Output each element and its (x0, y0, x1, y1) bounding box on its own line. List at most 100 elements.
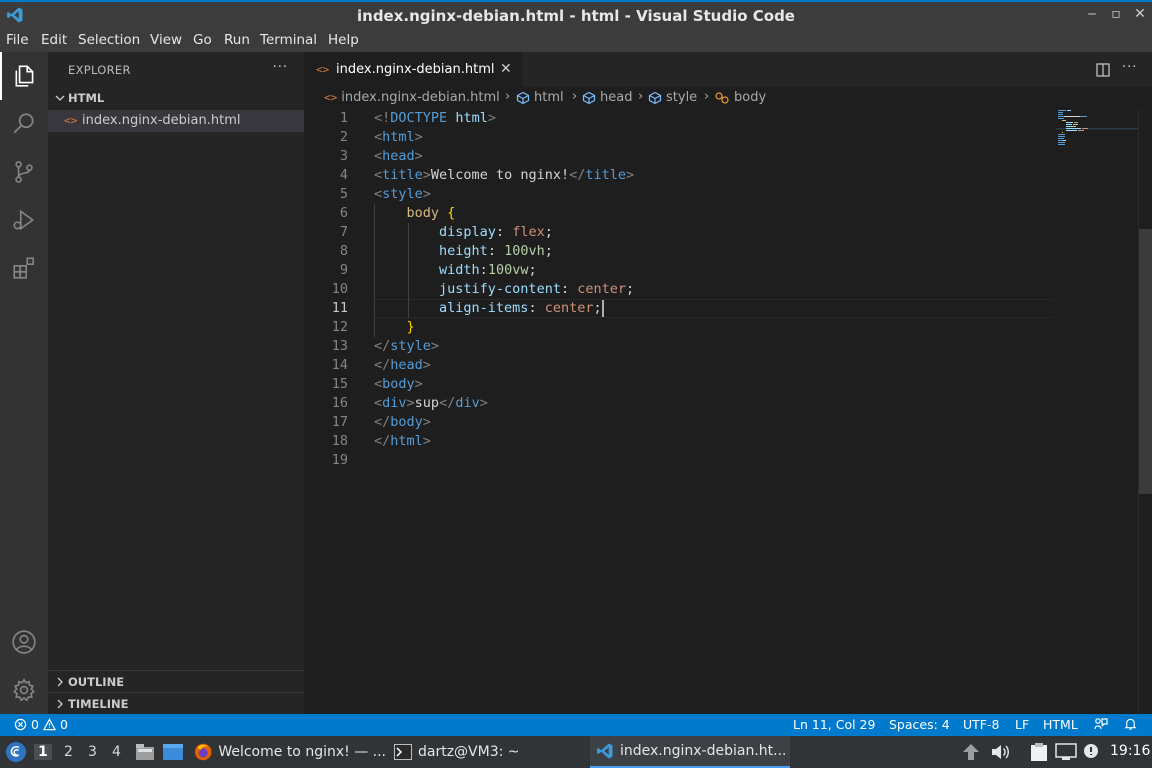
volume-icon[interactable] (990, 743, 1010, 761)
code-line[interactable]: height: 100vh; (374, 242, 553, 261)
code-line[interactable]: </style> (374, 337, 439, 356)
explorer-more-actions-icon[interactable]: ··· (273, 60, 288, 75)
indentation-setting[interactable]: Spaces: 4 (889, 717, 950, 732)
breadcrumb-file[interactable]: <> index.nginx-debian.html (324, 90, 500, 105)
folder-section-html[interactable]: HTML (48, 87, 304, 109)
code-token: < (374, 167, 383, 183)
manage-activity[interactable] (0, 666, 48, 714)
encoding-setting[interactable]: UTF-8 (963, 717, 999, 732)
code-token: center (577, 281, 626, 297)
outline-section[interactable]: OUTLINE (48, 670, 304, 692)
code-token: align-items (439, 300, 529, 316)
language-mode[interactable]: HTML (1043, 717, 1078, 732)
explorer-activity[interactable] (0, 52, 48, 100)
code-line[interactable]: <div>sup</div> (374, 394, 488, 413)
code-token: head (382, 148, 415, 164)
code-line[interactable]: <!DOCTYPE html> (374, 109, 496, 128)
code-line[interactable]: <style> (374, 185, 431, 204)
close-window-button[interactable]: ✕ (1130, 6, 1150, 22)
code-token: ; (626, 281, 635, 297)
code-token: > (422, 433, 431, 449)
timeline-section[interactable]: TIMELINE (48, 692, 304, 714)
code-token: : (560, 281, 578, 297)
extensions-activity[interactable] (0, 244, 48, 292)
code-line[interactable]: justify-content: center; (374, 280, 634, 299)
breadcrumb-body[interactable]: body (714, 90, 766, 105)
taskbar-firefox[interactable]: Welcome to nginx! — ... (194, 736, 386, 768)
minimap[interactable] (1056, 109, 1138, 149)
code-line[interactable]: display: flex; (374, 223, 553, 242)
code-token: > (422, 357, 431, 373)
line-number: 8 (339, 243, 348, 259)
workspace-4[interactable]: 4 (112, 744, 121, 760)
editor-scrollbar[interactable] (1138, 109, 1152, 714)
cursor-position[interactable]: Ln 11, Col 29 (793, 717, 875, 732)
code-line[interactable]: body { (374, 204, 456, 223)
code-line[interactable]: width:100vw; (374, 261, 537, 280)
notifications-bell[interactable] (1124, 717, 1137, 731)
taskbar-terminal[interactable]: dartz@VM3: ~ (394, 736, 586, 768)
source-control-activity[interactable] (0, 148, 48, 196)
problems-indicator[interactable]: 0 0 (14, 717, 68, 732)
scrollbar-thumb[interactable] (1139, 229, 1152, 494)
run-debug-activity[interactable] (0, 196, 48, 244)
debian-start-menu-icon[interactable] (5, 741, 27, 763)
feedback-icon[interactable] (1094, 717, 1108, 731)
code-token: < (374, 395, 383, 411)
code-line[interactable]: <body> (374, 375, 423, 394)
search-activity[interactable] (0, 100, 48, 148)
title-bar: index.nginx-debian.html - html - Visual … (0, 0, 1152, 30)
minimize-button[interactable]: ‒ (1082, 6, 1102, 22)
network-icon[interactable] (1055, 743, 1077, 761)
editor-tabs: <> index.nginx-debian.html ✕ ··· (304, 52, 1152, 87)
accounts-activity[interactable] (0, 618, 48, 666)
code-line[interactable]: <title>Welcome to nginx!</title> (374, 166, 634, 185)
code-line[interactable]: <head> (374, 147, 423, 166)
eol-setting[interactable]: LF (1015, 717, 1029, 732)
file-item[interactable]: <> index.nginx-debian.html (48, 110, 304, 132)
code-line[interactable]: </head> (374, 356, 431, 375)
code-token: title (585, 167, 626, 183)
show-desktop-icon[interactable] (162, 743, 184, 761)
maximize-button[interactable]: ▫ (1106, 6, 1126, 22)
breadcrumb-head[interactable]: head (582, 90, 632, 105)
code-line[interactable]: </body> (374, 413, 431, 432)
code-line[interactable]: </html> (374, 432, 431, 451)
breadcrumb-html[interactable]: html (516, 90, 564, 105)
menu-selection[interactable]: Selection (78, 32, 140, 48)
menu-terminal[interactable]: Terminal (260, 32, 317, 48)
code-editor[interactable]: 1 2 3 4 5 6 7 8 9 10 11 12 13 14 15 16 17 18 19 <!DOCTYPE … (304, 109, 1152, 714)
code-token: html (390, 433, 423, 449)
menu-help[interactable]: Help (328, 32, 359, 48)
code-line[interactable]: } (374, 318, 415, 337)
menu-run[interactable]: Run (224, 32, 250, 48)
workspace-1[interactable]: 1 (34, 744, 52, 760)
menu-edit[interactable]: Edit (41, 32, 67, 48)
line-number: 17 (331, 414, 348, 430)
tab-index-nginx-debian[interactable]: <> index.nginx-debian.html ✕ (304, 52, 522, 87)
file-manager-icon[interactable] (135, 743, 155, 761)
workspace-3[interactable]: 3 (88, 744, 97, 760)
line-number: 10 (331, 281, 348, 297)
taskbar-vscode[interactable]: index.nginx-debian.ht... (590, 736, 790, 768)
menu-go[interactable]: Go (193, 32, 212, 48)
code-token: style (382, 186, 423, 202)
update-notifier-icon[interactable] (962, 743, 980, 761)
code-line[interactable]: <html> (374, 128, 423, 147)
menu-view[interactable]: View (150, 32, 182, 48)
editor-more-actions-icon[interactable]: ··· (1122, 60, 1137, 75)
html-file-icon: <> (316, 63, 330, 76)
menu-file[interactable]: File (6, 32, 29, 48)
info-notification-icon[interactable] (1083, 743, 1099, 759)
vscode-icon (597, 743, 613, 759)
clipboard-icon[interactable] (1030, 742, 1048, 762)
line-number: 6 (339, 205, 348, 221)
close-tab-icon[interactable]: ✕ (500, 61, 512, 77)
split-editor-icon[interactable] (1096, 63, 1110, 77)
workspace-2[interactable]: 2 (64, 744, 73, 760)
status-bar: 0 0 Ln 11, Col 29 Spaces: 4 UTF-8 LF HTM… (0, 714, 1152, 736)
breadcrumb-style[interactable]: style (648, 90, 697, 105)
taskbar-terminal-label: dartz@VM3: ~ (418, 744, 520, 760)
